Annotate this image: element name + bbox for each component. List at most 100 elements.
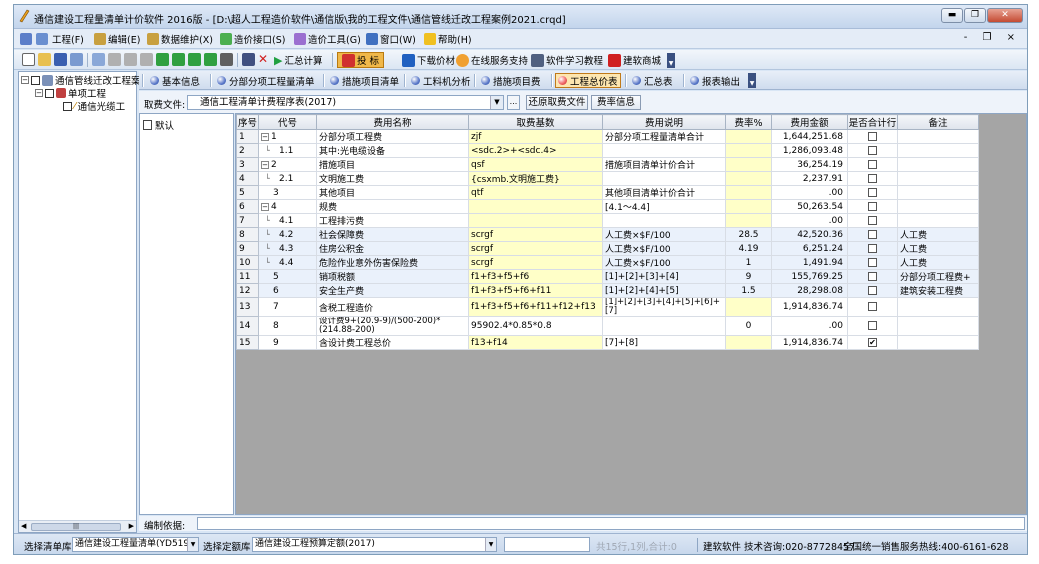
cell-amount[interactable]: 1,491.94 (771, 255, 848, 270)
cell-note[interactable] (897, 171, 979, 186)
minimize-button[interactable]: ▬ (941, 8, 963, 23)
cell-note[interactable]: 建筑安装工程费 (897, 283, 979, 298)
chevron-down-icon[interactable]: ▼ (485, 538, 496, 551)
cell-total[interactable] (847, 199, 898, 214)
menu-project[interactable]: 工程(F) (52, 32, 84, 46)
cell-note[interactable] (897, 297, 979, 317)
cell-total[interactable] (847, 269, 898, 284)
cell-base[interactable] (468, 213, 603, 228)
cell-name[interactable]: 安全生产费 (316, 283, 469, 298)
collapse-icon[interactable]: − (261, 160, 269, 169)
cell-amount[interactable]: .00 (771, 185, 848, 200)
scroll-right-icon[interactable]: ▶ (129, 522, 134, 530)
cell-name[interactable]: 规费 (316, 199, 469, 214)
total-row-checkbox[interactable] (868, 257, 877, 267)
col-amount-header[interactable]: 费用金额 (771, 114, 848, 130)
cell-note[interactable] (897, 213, 979, 228)
status-input[interactable] (504, 537, 590, 552)
quota-library-select[interactable]: 通信建设工程预算定额(2017) ▼ (252, 537, 497, 552)
cell-note[interactable] (897, 199, 979, 214)
cell-code[interactable]: 3 (258, 185, 317, 200)
tab-measures-fee[interactable]: 措施项目费 (479, 73, 543, 88)
cell-total[interactable] (847, 143, 898, 158)
cell-rate[interactable] (725, 129, 772, 144)
collapse-icon[interactable]: − (261, 132, 269, 141)
total-row-checkbox[interactable] (868, 302, 877, 311)
cell-note[interactable] (897, 143, 979, 158)
online-support-button[interactable]: 在线服务支持 (456, 52, 528, 68)
find-icon[interactable] (220, 53, 233, 66)
cell-base[interactable]: qsf (468, 157, 603, 172)
cell-note[interactable]: 人工费 (897, 241, 979, 256)
cell-desc[interactable]: 措施项目清单计价合计 (602, 157, 726, 172)
cell-name[interactable]: 其中:光电缆设备 (316, 143, 469, 158)
restore-button[interactable]: ❐ (964, 8, 986, 23)
total-row-checkbox[interactable]: ✔ (868, 337, 877, 347)
fee-file-browse-button[interactable]: ... (507, 95, 520, 110)
cell-desc[interactable] (602, 171, 726, 186)
cell-total[interactable] (847, 157, 898, 172)
cell-rate[interactable] (725, 171, 772, 186)
tree-hscrollbar[interactable]: ◀ ||| ▶ (19, 520, 136, 532)
save-as-icon[interactable] (70, 53, 83, 66)
cell-base[interactable]: f1+f3+f5+f6+f11 (468, 283, 603, 298)
cell-code[interactable]: 7 (258, 297, 317, 317)
cell-code[interactable]: 6 (258, 283, 317, 298)
table-row[interactable]: 3−2 措施项目 qsf 措施项目清单计价合计 36,254.19 (236, 157, 979, 172)
app-menu-icon[interactable] (36, 33, 48, 45)
cell-name[interactable]: 危险作业意外伤害保险费 (316, 255, 469, 270)
table-row[interactable]: 11 5 销项税额 f1+f3+f5+f6 [1]+[2]+[3]+[4] 9 155,76… (236, 269, 979, 284)
cell-total[interactable] (847, 213, 898, 228)
cell-name[interactable]: 分部分项工程费 (316, 129, 469, 144)
total-row-checkbox[interactable] (868, 243, 877, 253)
delete-icon[interactable]: ✕ (258, 53, 271, 66)
col-code-header[interactable]: 代号 (258, 114, 317, 130)
cell-total[interactable] (847, 227, 898, 242)
cell-amount[interactable]: 1,914,836.74 (771, 297, 848, 317)
cell-amount[interactable]: 36,254.19 (771, 157, 848, 172)
cell-total[interactable] (847, 171, 898, 186)
cell-desc[interactable] (602, 143, 726, 158)
cell-desc[interactable] (602, 213, 726, 228)
cell-total[interactable] (847, 297, 898, 317)
cell-rate[interactable]: 0 (725, 316, 772, 336)
cell-amount[interactable]: 2,237.91 (771, 171, 848, 186)
cell-base[interactable]: <sdc.2>+<sdc.4> (468, 143, 603, 158)
cell-total[interactable] (847, 185, 898, 200)
cell-desc[interactable]: 人工费×$F/100 (602, 241, 726, 256)
total-row-checkbox[interactable] (868, 187, 877, 197)
chevron-down-icon[interactable]: ▼ (187, 538, 198, 551)
cell-base[interactable]: zjf (468, 129, 603, 144)
table-row[interactable]: 9 └ 4.3 住房公积金 scrgf 人工费×$F/100 4.19 6,251.24 人工费 (236, 241, 979, 256)
cell-total[interactable] (847, 129, 898, 144)
split-icon[interactable] (242, 53, 255, 66)
cell-code[interactable]: └ 4.3 (258, 241, 317, 256)
cell-amount[interactable]: .00 (771, 213, 848, 228)
cell-desc[interactable]: 其他项目清单计价合计 (602, 185, 726, 200)
move-down-icon[interactable] (172, 53, 185, 66)
cell-base[interactable]: qtf (468, 185, 603, 200)
collapse-icon[interactable]: − (261, 202, 269, 211)
cell-amount[interactable]: 50,263.54 (771, 199, 848, 214)
cell-total[interactable] (847, 255, 898, 270)
table-row[interactable]: 12 6 安全生产费 f1+f3+f5+f6+f11 [1]+[2]+[4]+[5] 1.… (236, 283, 979, 298)
cell-name[interactable]: 含税工程造价 (316, 297, 469, 317)
basis-input[interactable] (197, 517, 1025, 530)
cell-total[interactable] (847, 316, 898, 336)
paste-icon[interactable] (140, 53, 153, 66)
close-button[interactable]: ✕ (987, 8, 1023, 23)
cell-name[interactable]: 措施项目 (316, 157, 469, 172)
cell-rate[interactable] (725, 185, 772, 200)
cell-name[interactable]: 文明施工费 (316, 171, 469, 186)
table-row[interactable]: 6−4 规费 [4.1～4.4] 50,263.54 (236, 199, 979, 214)
cell-rate[interactable] (725, 297, 772, 317)
cell-amount[interactable]: 42,520.36 (771, 227, 848, 242)
tree-checkbox[interactable] (63, 101, 72, 111)
table-row[interactable]: 1−1 分部分项工程费 zjf 分部分项工程量清单合计 1,644,251.68 (236, 129, 979, 144)
cut-icon[interactable] (108, 53, 121, 66)
total-row-checkbox[interactable] (868, 145, 877, 155)
tree-node-leaf[interactable]: ⁄ 通信光缆工 (63, 100, 125, 113)
cell-note[interactable] (897, 185, 979, 200)
cell-note[interactable] (897, 157, 979, 172)
cell-code[interactable]: └ 4.1 (258, 213, 317, 228)
